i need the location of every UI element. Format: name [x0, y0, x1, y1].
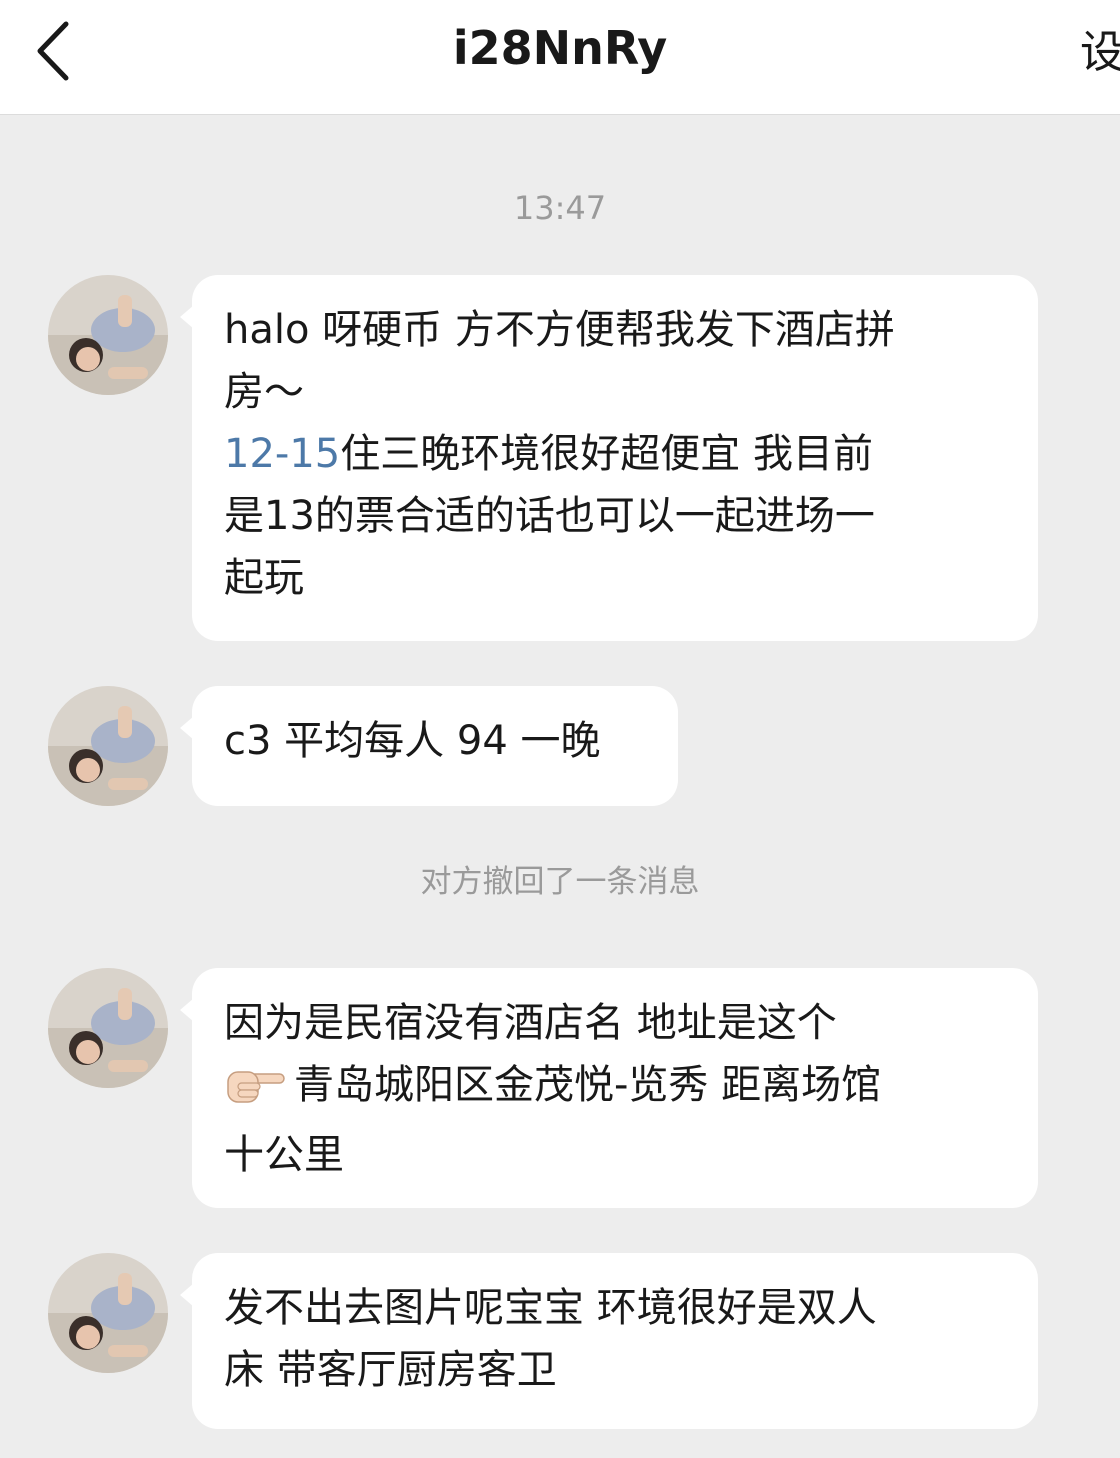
- avatar-image: [48, 686, 168, 806]
- chat-title: i28NnRy: [452, 21, 668, 75]
- message-text-line: 12-15住三晚环境很好超便宜 我目前: [224, 423, 1006, 485]
- message-timestamp: 13:47: [513, 189, 607, 227]
- message-text-line: 发不出去图片呢宝宝 环境很好是双人: [224, 1285, 877, 1331]
- message-text-line: 房～: [224, 369, 304, 415]
- settings-button[interactable]: 设: [1080, 28, 1120, 78]
- message-text-line: 十公里: [224, 1132, 344, 1178]
- avatar-image: [48, 1253, 168, 1373]
- nav-bar: i28NnRy 设: [0, 0, 1120, 115]
- message-text: c3 平均每人 94 一晚: [224, 718, 601, 764]
- message-text-line: 是13的票合适的话也可以一起进场一: [224, 493, 875, 539]
- avatar[interactable]: [48, 275, 168, 395]
- date-link[interactable]: 12-15: [224, 431, 340, 477]
- avatar-image: [48, 275, 168, 395]
- recall-notice: 对方撤回了一条消息: [420, 864, 700, 900]
- message-text-line: 因为是民宿没有酒店名 地址是这个: [224, 1000, 837, 1046]
- message-text-line: 青岛城阳区金茂悦-览秀 距离场馆: [224, 1054, 1006, 1124]
- message-bubble[interactable]: halo 呀硬币 方不方便帮我发下酒店拼 房～ 12-15住三晚环境很好超便宜 …: [180, 275, 1038, 641]
- message-bubble[interactable]: c3 平均每人 94 一晚: [180, 686, 678, 806]
- message-bubble[interactable]: 因为是民宿没有酒店名 地址是这个 青岛城阳区金茂悦-览秀 距离场馆 十公里: [180, 968, 1038, 1208]
- message-bubble[interactable]: 发不出去图片呢宝宝 环境很好是双人 床 带客厅厨房客卫: [180, 1253, 1038, 1429]
- message-text-line: 床 带客厅厨房客卫: [224, 1347, 557, 1393]
- avatar-image: [48, 968, 168, 1088]
- message-text: 住三晚环境很好超便宜 我目前: [340, 431, 873, 477]
- avatar[interactable]: [48, 686, 168, 806]
- avatar[interactable]: [48, 1253, 168, 1373]
- message-text-line: 起玩: [224, 555, 304, 601]
- backhand-index-pointing-right-icon: [224, 1062, 286, 1124]
- avatar[interactable]: [48, 968, 168, 1088]
- message-text: 青岛城阳区金茂悦-览秀 距离场馆: [294, 1062, 882, 1108]
- message-text-line: halo 呀硬币 方不方便帮我发下酒店拼: [224, 307, 895, 353]
